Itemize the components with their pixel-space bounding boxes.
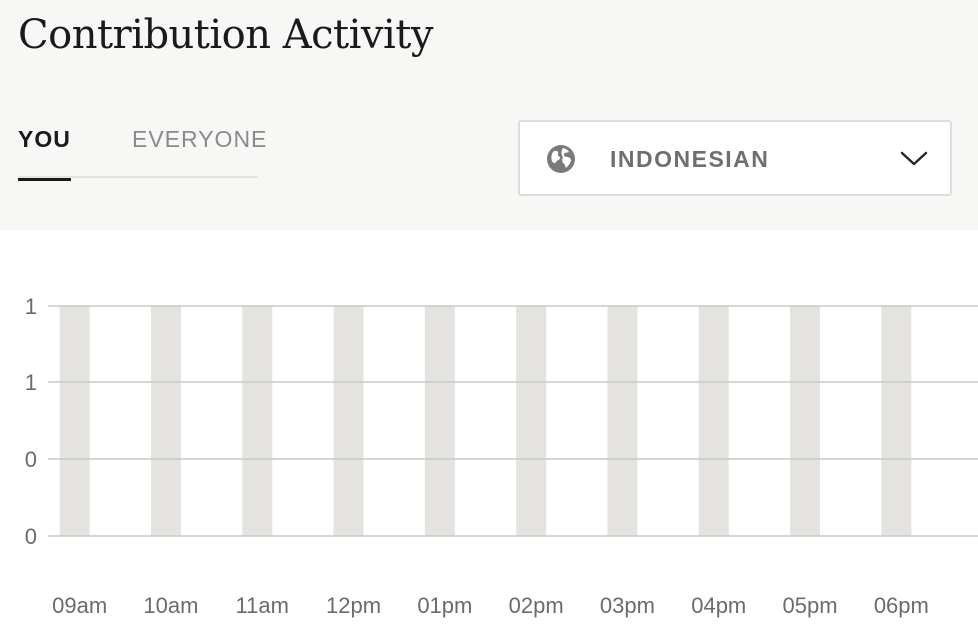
x-tick-label: 10am bbox=[143, 593, 198, 618]
bar[interactable] bbox=[150, 306, 181, 536]
x-tick-label: 04pm bbox=[691, 593, 746, 618]
tab-everyone[interactable]: EVERYONE bbox=[132, 126, 267, 153]
bar[interactable] bbox=[790, 306, 821, 536]
bar-chart: 1 1 0 0 09am 10am 11am 12pm 01pm 02pm 03pm 04pm 05pm… bbox=[25, 294, 978, 618]
x-tick-label: 05pm bbox=[783, 593, 838, 618]
contribution-chart: 1 1 0 0 09am 10am 11am 12pm 01pm 02pm 03pm 04pm 05pm… bbox=[0, 230, 978, 640]
x-tick-label: 01pm bbox=[417, 593, 472, 618]
bar[interactable] bbox=[333, 306, 364, 536]
tab-bar: YOU EVERYONE bbox=[18, 122, 266, 181]
x-tick-label: 03pm bbox=[600, 593, 655, 618]
bar[interactable] bbox=[59, 306, 90, 536]
header: Contribution Activity YOU EVERYONE INDON… bbox=[0, 0, 978, 230]
bar[interactable] bbox=[516, 306, 547, 536]
globe-icon bbox=[547, 145, 575, 173]
x-tick-label: 02pm bbox=[509, 593, 564, 618]
x-tick-label: 11am bbox=[236, 593, 289, 618]
bar[interactable] bbox=[881, 306, 912, 536]
tab-you[interactable]: YOU bbox=[18, 126, 71, 181]
bar[interactable] bbox=[424, 306, 455, 536]
language-select[interactable]: INDONESIAN bbox=[518, 120, 952, 196]
bar[interactable] bbox=[607, 306, 638, 536]
y-tick-label: 0 bbox=[25, 447, 37, 472]
y-tick-label: 0 bbox=[25, 524, 37, 549]
language-select-value: INDONESIAN bbox=[610, 146, 770, 172]
y-tick-label: 1 bbox=[25, 370, 37, 395]
y-tick-label: 1 bbox=[25, 294, 37, 319]
x-tick-label: 12pm bbox=[326, 593, 381, 618]
bar[interactable] bbox=[242, 306, 273, 536]
x-tick-label: 09am bbox=[52, 593, 107, 618]
bar[interactable] bbox=[698, 306, 729, 536]
chevron-down-icon bbox=[900, 151, 928, 166]
x-tick-label: 06pm bbox=[874, 593, 929, 618]
page-title: Contribution Activity bbox=[18, 12, 433, 58]
